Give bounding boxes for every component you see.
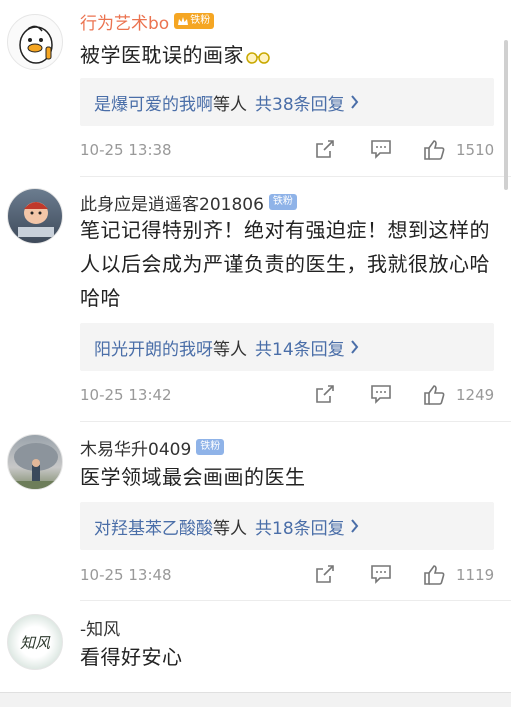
timestamp: 10-25 13:42: [80, 386, 172, 404]
avatar[interactable]: 知风: [7, 614, 63, 670]
username-row: 行为艺术bo 铁粉: [80, 9, 215, 34]
scrollbar[interactable]: [504, 40, 508, 190]
comment-icon[interactable]: [370, 138, 392, 160]
fan-badge: 铁粉: [268, 194, 297, 210]
divider: [80, 176, 511, 177]
chevron-right-icon: [350, 340, 358, 354]
reply-suffix: 等人: [213, 339, 247, 360]
fan-badge: 铁粉: [174, 13, 215, 29]
username-row: -知风: [80, 615, 120, 640]
bottom-edge: [0, 692, 511, 707]
timestamp: 10-25 13:48: [80, 566, 172, 584]
divider: [80, 600, 511, 601]
comment-meta: 10-25 13:38 1510: [80, 138, 500, 164]
reply-summary[interactable]: 对羟基苯乙酸酸 等人 共18条回复: [80, 502, 494, 550]
chevron-right-icon: [350, 95, 358, 109]
avatar-calligraphy: 知风: [19, 633, 50, 652]
comment-text: 医学领域最会画画的医生: [80, 465, 306, 489]
share-icon[interactable]: [314, 138, 336, 160]
timestamp: 10-25 13:38: [80, 141, 172, 159]
avatar[interactable]: [7, 188, 63, 244]
fan-badge-label: 铁粉: [190, 15, 211, 26]
reply-names: 对羟基苯乙酸酸: [94, 518, 213, 539]
divider: [80, 421, 511, 422]
avatar[interactable]: [7, 434, 63, 490]
reply-count: 共38条回复: [255, 94, 345, 115]
comment-text: 看得好安心: [80, 645, 183, 669]
username[interactable]: -知风: [80, 615, 120, 640]
username-row: 此身应是逍遥客201806 铁粉: [80, 190, 297, 215]
duck-avatar-icon: [19, 25, 53, 64]
reply-summary[interactable]: 阳光开朗的我呀 等人 共14条回复: [80, 323, 494, 371]
photo-avatar-icon: [8, 443, 62, 489]
comment-text: 笔记记得特别齐！绝对有强迫症！想到这样的人以后会成为严谨负责的医生，我就很放心哈…: [80, 218, 490, 310]
comment-meta: 10-25 13:42 1249: [80, 383, 500, 409]
comment-icon[interactable]: [370, 383, 392, 405]
share-icon[interactable]: [314, 563, 336, 585]
username[interactable]: 此身应是逍遥客201806: [80, 190, 264, 215]
fan-badge: 铁粉: [196, 439, 225, 455]
reply-suffix: 等人: [213, 94, 247, 115]
like-count: 1510: [456, 141, 495, 159]
reply-names: 阳光开朗的我呀: [94, 339, 213, 360]
like-count: 1119: [456, 566, 495, 584]
cartoon-avatar-icon: [18, 202, 54, 237]
reply-suffix: 等人: [213, 518, 247, 539]
share-icon[interactable]: [314, 383, 336, 405]
like-icon[interactable]: [422, 383, 446, 407]
username[interactable]: 行为艺术bo: [80, 9, 169, 34]
like-icon[interactable]: [422, 563, 446, 587]
comment-meta: 10-25 13:48 1119: [80, 563, 500, 589]
reply-summary[interactable]: 是爆可爱的我啊 等人 共38条回复: [80, 78, 494, 126]
reply-names: 是爆可爱的我啊: [94, 94, 213, 115]
glasses-emoji-icon: [246, 51, 270, 64]
username-row: 木易华升0409 铁粉: [80, 435, 225, 460]
like-count: 1249: [456, 386, 495, 404]
crown-icon: [178, 17, 189, 25]
avatar[interactable]: [7, 14, 63, 70]
comment-icon[interactable]: [370, 563, 392, 585]
like-icon[interactable]: [422, 138, 446, 162]
chevron-right-icon: [350, 519, 358, 533]
comment-text: 被学医耽误的画家: [80, 38, 490, 72]
reply-count: 共18条回复: [255, 518, 345, 539]
reply-count: 共14条回复: [255, 339, 345, 360]
comment-feed: 行为艺术bo 铁粉 被学医耽误的画家 是爆可爱的我啊 等人 共38条回复 10-25…: [0, 0, 511, 707]
username[interactable]: 木易华升0409: [80, 435, 191, 460]
